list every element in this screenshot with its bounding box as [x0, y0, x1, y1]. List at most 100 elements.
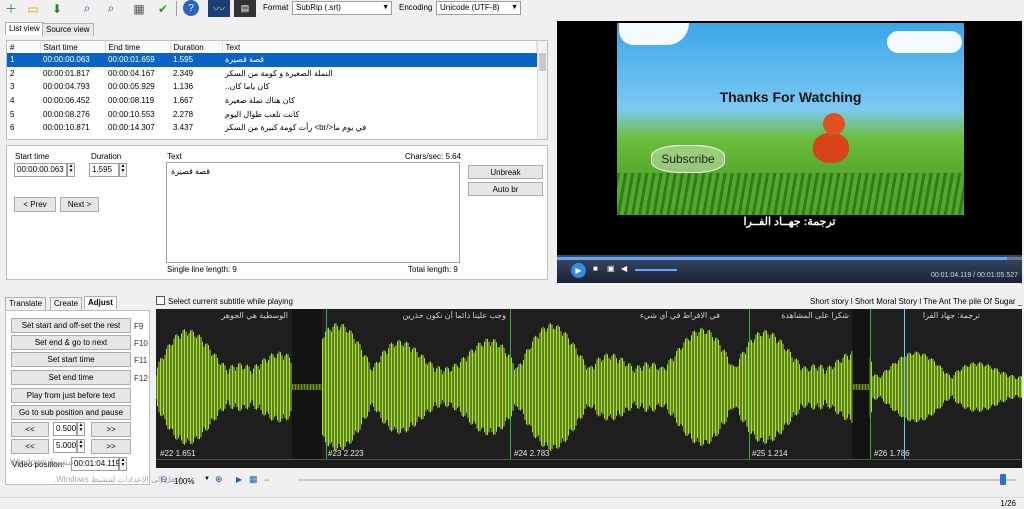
unbreak-button[interactable]: Unbreak [468, 165, 543, 179]
playhead[interactable] [904, 309, 905, 468]
video-position-input[interactable]: 00:01:04.119 [71, 457, 120, 471]
set-end-time-button[interactable]: Set end time [11, 370, 131, 385]
set-start-offset-button[interactable]: Set start and off-set the rest [11, 318, 131, 333]
save-icon[interactable]: ⬇ [48, 0, 66, 17]
segment-start-line[interactable] [870, 309, 871, 468]
table-row[interactable]: 1 00:00:00.063 00:00:01.659 1.595 قصة قص… [7, 53, 537, 67]
spellcheck-icon[interactable]: ✔ [154, 0, 172, 17]
tab-create[interactable]: Create [50, 297, 83, 310]
table-row[interactable]: 3 00:00:04.793 00:00:05.929 1.136 ..كان … [7, 80, 537, 94]
media-title: Short story l Short Moral Story l The An… [810, 297, 1023, 306]
segment-text: الوسطية هي الجوهر [221, 311, 288, 320]
step-back-small-button[interactable]: << [11, 422, 49, 437]
cell-text: رأت كومة كبيرة من السكر <br/>في يوم ما [225, 123, 367, 133]
start-time-spinner[interactable]: ▲ ▼ [67, 163, 75, 177]
select-while-playing-checkbox[interactable] [156, 296, 165, 305]
shortcut-key: F11 [134, 356, 148, 365]
video-icon[interactable]: ▤ [234, 0, 256, 17]
chevron-down-icon[interactable]: ▼ [204, 476, 210, 482]
volume-slider[interactable] [635, 269, 677, 271]
scrollbar-thumb[interactable] [539, 53, 546, 71]
tab-source-view[interactable]: Source view [42, 23, 94, 36]
table-row[interactable]: 6 00:00:10.871 00:00:14.307 3.437 رأت كو… [7, 121, 537, 135]
cell-start: 00:00:06.452 [43, 96, 90, 106]
stop-icon[interactable]: ■ [593, 264, 598, 273]
seek-bar[interactable] [557, 257, 1022, 260]
column-header[interactable]: Duration [170, 41, 223, 53]
toolbar-separator [176, 1, 177, 16]
format-select[interactable]: SubRip (.srt) ▼ [292, 1, 392, 15]
open-icon[interactable]: ▭ [24, 0, 42, 17]
encoding-value: Unicode (UTF-8) [440, 3, 500, 12]
duration-input[interactable]: 1.595 [89, 163, 119, 177]
cell-duration: 1.136 [173, 82, 194, 92]
waveform-view[interactable]: الوسطية هي الجوهر #22 1.651 وجب علينا دا… [156, 309, 1022, 468]
help-icon[interactable]: ? [183, 0, 199, 16]
segment-label: #24 2.783 [514, 449, 550, 458]
duration-spinner[interactable]: ▲ ▼ [119, 163, 127, 177]
waveform-position-slider[interactable] [298, 474, 1016, 485]
slider-thumb[interactable] [1000, 474, 1006, 485]
find-icon[interactable]: ⌕ [78, 0, 96, 17]
time-ruler [156, 459, 1022, 468]
mute-icon[interactable]: ◀ [621, 264, 627, 273]
step-forward-small-button[interactable]: >> [91, 422, 131, 437]
cell-end: 00:00:01.659 [105, 53, 170, 67]
step-large-spinner[interactable]: ▲ ▼ [77, 439, 85, 453]
table-row[interactable]: 4 00:00:06.452 00:00:08.119 1.667 كان هن… [7, 94, 537, 108]
waveform-icon[interactable]: 〰 [208, 0, 230, 17]
step-small-input[interactable]: 0.500 [53, 422, 77, 436]
encoding-select[interactable]: Unicode (UTF-8) ▼ [436, 1, 521, 15]
step-small-spinner[interactable]: ▲ ▼ [77, 422, 85, 436]
zoom-level[interactable]: 100% [174, 477, 194, 486]
arrows-icon[interactable]: ⇔ [263, 475, 271, 484]
cell-end: 00:00:04.167 [108, 68, 155, 78]
column-header[interactable]: End time [105, 41, 171, 53]
start-time-input[interactable]: 00:00:00.063 [14, 163, 67, 177]
play-selection-icon[interactable]: ▶ [236, 475, 242, 484]
next-button[interactable]: Next > [60, 197, 99, 212]
table-header: # Start time End time Duration Text [7, 41, 537, 53]
shortcut-key: F12 [134, 374, 148, 383]
play-before-text-button[interactable]: Play from just before text [11, 388, 131, 403]
set-start-time-button[interactable]: Set start time [11, 352, 131, 367]
waveform-graphic [156, 323, 1022, 451]
step-large-input[interactable]: 5.000 [53, 439, 77, 453]
cell-number: 2 [10, 68, 15, 78]
go-to-sub-position-button[interactable]: Go to sub position and pause [11, 405, 131, 420]
column-header[interactable]: # [7, 41, 41, 53]
list-scrollbar[interactable] [537, 41, 547, 139]
step-back-large-button[interactable]: << [11, 439, 49, 454]
video-player[interactable]: Thanks For Watching Subscribe ترجمة: جهـ… [557, 21, 1022, 283]
column-header[interactable]: Text [222, 41, 537, 53]
step-forward-large-button[interactable]: >> [91, 439, 131, 454]
replace-icon[interactable]: ⌕ [102, 0, 120, 17]
subtitle-list[interactable]: # Start time End time Duration Text 1 00… [6, 40, 548, 140]
set-end-next-button[interactable]: Set end & go to next [11, 335, 131, 350]
segment-start-line[interactable] [749, 309, 750, 468]
subtitle-text-input[interactable]: قصة قصيرة [166, 162, 460, 263]
fix-icon[interactable]: ▦ [130, 0, 148, 17]
segment-start-line[interactable] [326, 309, 327, 468]
toolbar: ＋ ▭ ⬇ ⌕ ⌕ ▦ ✔ ? 〰 ▤ Format SubRip (.srt)… [0, 0, 1024, 18]
auto-br-button[interactable]: Auto br [468, 182, 543, 196]
table-row[interactable]: 5 00:00:08.276 00:00:10.553 2.278 كانت ت… [7, 107, 537, 121]
column-header[interactable]: Start time [40, 41, 106, 53]
grid-icon[interactable]: ▦ [249, 474, 258, 485]
select-while-playing-label: Select current subtitle while playing [168, 297, 293, 306]
tab-translate[interactable]: Translate [5, 297, 47, 310]
gap-region [292, 309, 322, 468]
segment-start-line[interactable] [510, 309, 511, 468]
zoom-in-icon[interactable]: ⊕ [215, 474, 223, 485]
cell-duration: 1.595 [170, 53, 222, 67]
tab-list-view[interactable]: List view [5, 22, 44, 35]
tab-adjust[interactable]: Adjust [84, 296, 117, 309]
video-position-spinner[interactable]: ▲ ▼ [119, 457, 127, 471]
waveform-path [156, 323, 1022, 451]
fullscreen-icon[interactable]: ▣ [607, 264, 615, 273]
zoom-out-icon[interactable]: ⊖ [160, 474, 168, 485]
play-icon[interactable]: ▶ [571, 263, 586, 278]
new-icon[interactable]: ＋ [2, 0, 20, 17]
table-row[interactable]: 2 00:00:01.817 00:00:04.167 2.349 النملة… [7, 67, 537, 81]
prev-button[interactable]: < Prev [14, 197, 56, 212]
